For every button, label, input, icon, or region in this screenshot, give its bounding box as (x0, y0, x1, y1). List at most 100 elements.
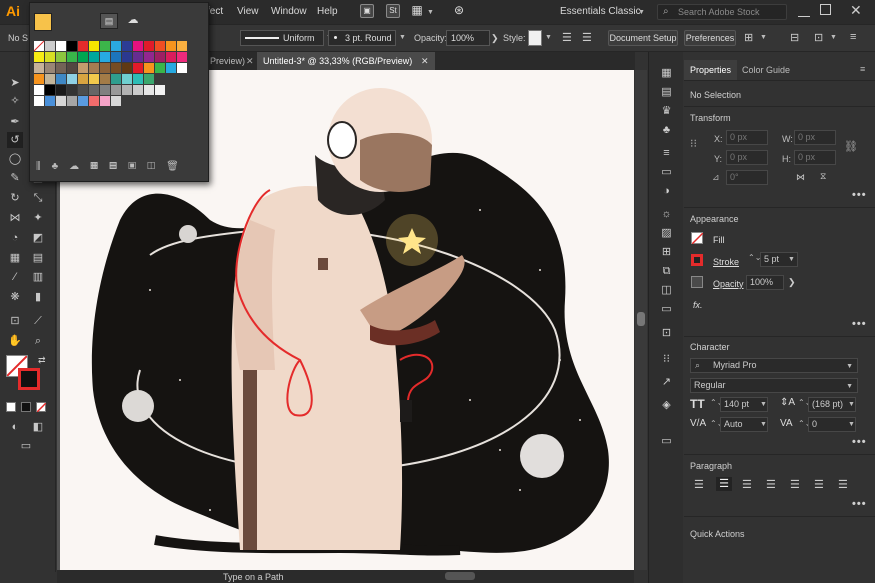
swap-fill-stroke-icon[interactable]: ⇄ (38, 355, 46, 366)
asset-export-icon[interactable]: ⊞ (659, 245, 674, 260)
vertical-scrollbar[interactable] (635, 70, 647, 570)
flip-horizontal-icon[interactable]: ⋈ (796, 172, 805, 183)
pen-tool-icon[interactable]: ✒ (7, 114, 23, 130)
rotate-field[interactable]: 0° (726, 170, 768, 185)
font-style-select[interactable]: Regular ▼ (690, 378, 858, 393)
puppet-warp-icon[interactable]: ✦ (30, 210, 46, 226)
font-size-chevron-icon[interactable]: ▼ (760, 401, 767, 408)
gradient-tool-icon[interactable]: ▤ (30, 250, 46, 266)
tab-active-document[interactable]: Untitled-3* @ 33,33% (RGB/Preview) (257, 52, 435, 70)
rotate-tool-icon[interactable]: ↻ (7, 190, 23, 206)
tab-color-guide[interactable]: Color Guide (736, 60, 796, 80)
paragraph-more-button[interactable]: ••• (852, 498, 867, 510)
menu-view[interactable]: View (237, 6, 259, 17)
document-setup-button[interactable]: Document Setup (608, 30, 678, 46)
align-center-icon[interactable]: ☰ (582, 31, 592, 44)
symbols-icon[interactable]: ♣ (659, 123, 674, 138)
justify-center-icon[interactable]: ☰ (790, 478, 800, 491)
stroke-weight-chevron-icon[interactable]: ▼ (788, 256, 795, 263)
swatch-grid[interactable] (34, 41, 204, 131)
tracking-chevron-icon[interactable]: ▼ (848, 421, 855, 428)
pathfinder-icon[interactable]: ◫ (659, 283, 674, 298)
magic-wand-icon[interactable]: ✧ (7, 93, 23, 109)
menu-window[interactable]: Window (271, 6, 307, 17)
curvature-tool-icon[interactable]: ↺ (7, 132, 23, 148)
appearance-more-button[interactable]: ••• (852, 318, 867, 330)
align-panel-icon[interactable]: ▭ (659, 302, 674, 317)
chevron-down-icon[interactable]: ▼ (427, 9, 434, 16)
justify-right-icon[interactable]: ☰ (814, 478, 824, 491)
symbol-sprayer-icon[interactable]: ❋ (7, 289, 23, 305)
align-left-icon[interactable]: ☰ (562, 31, 572, 44)
opacity-label-2[interactable]: Opacity (713, 279, 744, 289)
tab-close-icon[interactable]: ✕ (246, 56, 254, 67)
transparency-icon[interactable]: ◑ (659, 184, 674, 199)
style-chevron-icon[interactable]: ▼ (545, 34, 552, 41)
blend-tool-icon[interactable]: ▥ (30, 269, 46, 285)
width-tool-icon[interactable]: ⋈ (7, 210, 23, 226)
stroke-label[interactable]: Stroke (713, 257, 739, 267)
arrange-chevron-icon[interactable]: ▼ (760, 34, 767, 41)
opacity-field[interactable]: 100% (446, 30, 490, 46)
leading-chevron-icon[interactable]: ▼ (848, 401, 855, 408)
align-objects-icon[interactable]: ⊟ (790, 31, 799, 44)
close-icon[interactable]: ✕ (850, 2, 862, 19)
gradient-panel-icon[interactable]: ▭ (659, 165, 674, 180)
transform-more-button[interactable]: ••• (852, 189, 867, 201)
justify-all-icon[interactable]: ☰ (838, 478, 848, 491)
transform-chevron-icon[interactable]: ▼ (830, 34, 837, 41)
gpu-performance-icon[interactable]: ⊛ (452, 4, 466, 18)
pencil-tool-icon[interactable]: ✎ (7, 170, 23, 186)
y-field[interactable]: 0 px (726, 150, 768, 165)
panel-menu-icon-2[interactable]: ≡ (860, 64, 865, 74)
align-right-text-icon[interactable]: ☰ (742, 478, 752, 491)
w-field[interactable]: 0 px (794, 130, 836, 145)
selection-tool-icon[interactable]: ➤ (7, 75, 23, 91)
artboards-panel-icon[interactable]: ⧉ (659, 264, 674, 279)
opacity-field-2[interactable]: 100% (746, 275, 784, 290)
justify-left-icon[interactable]: ☰ (766, 478, 776, 491)
flip-vertical-icon[interactable]: ⧖ (820, 171, 826, 182)
menu-help[interactable]: Help (317, 6, 338, 17)
workspace-chevron-icon[interactable]: ▼ (638, 9, 645, 16)
active-tab-close-icon[interactable]: ✕ (421, 56, 429, 67)
navigator-icon[interactable]: ▭ (659, 434, 674, 449)
stroke-color-icon[interactable] (691, 254, 703, 266)
swatch-panel-actions[interactable]: ⫼♣☁▦▤▣◫🗑 (36, 161, 190, 172)
maximize-icon[interactable] (820, 4, 831, 15)
column-graph-icon[interactable]: ▮ (30, 289, 46, 305)
opacity-arrow-icon-2[interactable]: ❯ (788, 277, 796, 288)
character-panel-icon[interactable]: ⁝⁝ (659, 352, 674, 367)
kerning-chevron-icon[interactable]: ▼ (760, 421, 767, 428)
x-field[interactable]: 0 px (726, 130, 768, 145)
gradient-mode-icon[interactable] (21, 402, 31, 412)
change-screen-mode-icon[interactable]: ▭ (18, 438, 34, 454)
reference-point-icon[interactable]: ⁝⁝ (690, 137, 697, 150)
export-icon[interactable]: ↗ (659, 375, 674, 390)
color-panel-icon[interactable]: ▦ (659, 66, 674, 81)
constrain-proportions-icon[interactable]: ⛓ (844, 140, 858, 153)
workspace-switcher[interactable]: Essentials Classic (560, 6, 641, 17)
layers-icon[interactable]: ◈ (659, 398, 674, 413)
layers-dock-icon[interactable]: ▤ (659, 85, 674, 100)
artboard-tool-icon[interactable]: ⊡ (7, 313, 23, 329)
fill-none-icon[interactable] (691, 232, 704, 245)
preferences-button[interactable]: Preferences (684, 30, 736, 46)
screen-mode-icon[interactable]: ◧ (30, 419, 46, 435)
perspective-grid-icon[interactable]: ◩ (30, 230, 46, 246)
stroke-profile-select[interactable]: Uniform (240, 30, 324, 46)
scale-tool-icon[interactable]: ⤡ (30, 190, 46, 206)
arrange-documents-icon[interactable]: ▦ (410, 4, 424, 18)
align-left-text-icon[interactable]: ☰ (694, 478, 704, 491)
character-more-button[interactable]: ••• (852, 436, 867, 448)
arrange-icon[interactable]: ⊞ (744, 31, 753, 44)
swatch-libraries-icon[interactable]: ▤ (100, 13, 118, 29)
zoom-tool-icon[interactable]: ⌕ (30, 333, 46, 349)
bridge-icon[interactable]: ▣ (360, 4, 374, 18)
draw-mode-icon[interactable]: ◐ (7, 419, 23, 435)
fx-button[interactable]: fx. (693, 300, 703, 310)
none-mode-icon[interactable] (36, 402, 47, 413)
minimize-icon[interactable] (798, 5, 810, 17)
eyedropper-icon[interactable]: ⁄ (7, 269, 23, 285)
swatch-kind-icon[interactable]: ☁ (124, 13, 142, 29)
